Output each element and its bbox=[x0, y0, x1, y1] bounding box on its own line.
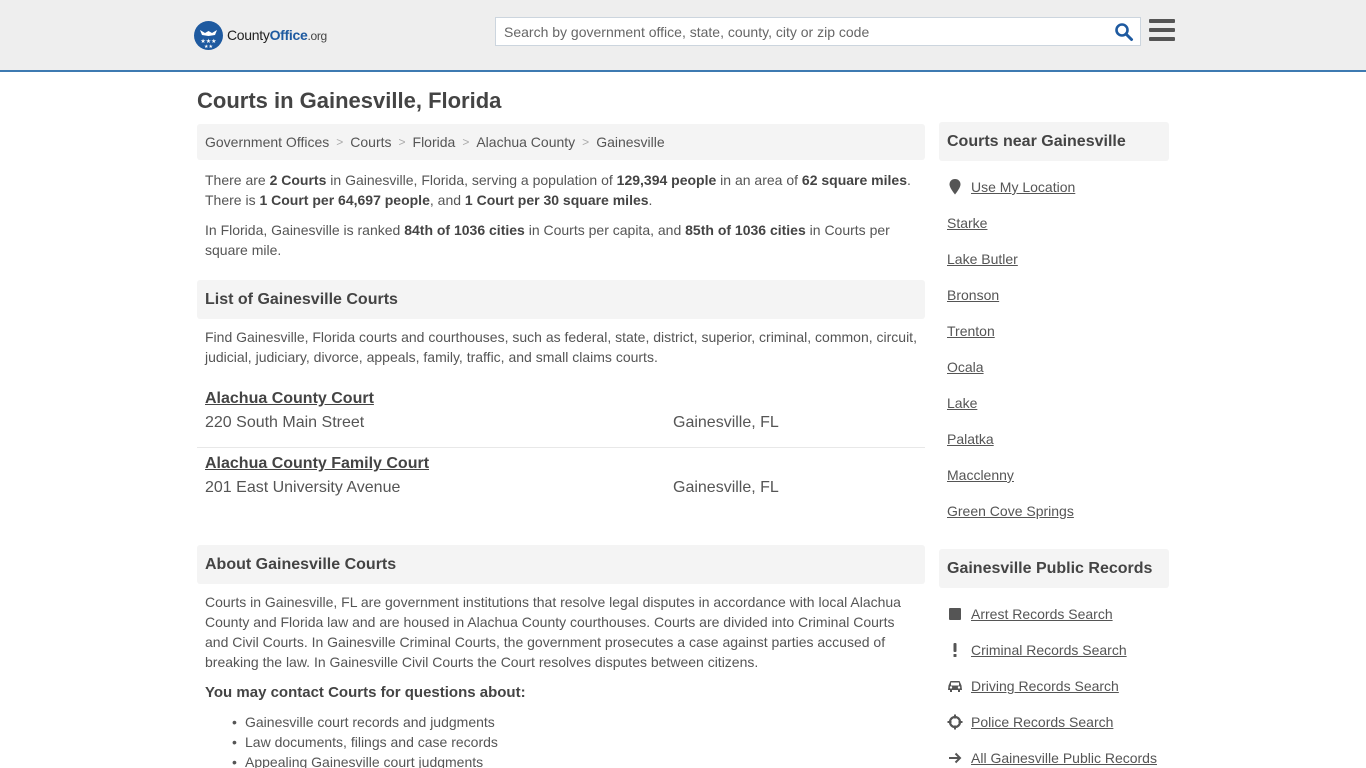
arrow-right-icon bbox=[947, 750, 963, 766]
nearby-city-link[interactable]: Trenton bbox=[947, 323, 995, 339]
court-address: 201 East University Avenue bbox=[205, 479, 401, 496]
nearby-city-item: Lake bbox=[939, 385, 1169, 421]
nearby-list: Use My Location Starke Lake Butler Brons… bbox=[939, 169, 1169, 529]
nearby-city-link[interactable]: Lake bbox=[947, 395, 977, 411]
about-section-body: Courts in Gainesville, FL are government… bbox=[205, 594, 901, 670]
court-address: 220 South Main Street bbox=[205, 414, 365, 431]
breadcrumb-florida[interactable]: Florida bbox=[413, 134, 456, 150]
breadcrumb-courts[interactable]: Courts bbox=[350, 134, 391, 150]
contact-topic-item: Appealing Gainesville court judgments bbox=[232, 752, 925, 768]
nearby-city-item: Trenton bbox=[939, 313, 1169, 349]
car-icon bbox=[947, 678, 963, 694]
menu-bar bbox=[1149, 37, 1175, 41]
summary-ranking: In Florida, Gainesville is ranked 84th o… bbox=[205, 222, 890, 258]
nearby-city-item: Ocala bbox=[939, 349, 1169, 385]
summary-stats: There are 2 Courts in Gainesville, Flori… bbox=[205, 172, 911, 208]
breadcrumb-alachua-county[interactable]: Alachua County bbox=[476, 134, 575, 150]
menu-bar bbox=[1149, 28, 1175, 32]
court-list: Alachua County Court 220 South Main Stre… bbox=[197, 383, 925, 513]
site-logo[interactable]: ★★★ ★★ CountyOffice.org bbox=[194, 20, 327, 50]
nearby-city-item: Macclenny bbox=[939, 457, 1169, 493]
public-records-item: Criminal Records Search bbox=[939, 632, 1169, 668]
court-city: Gainesville, FL bbox=[673, 414, 779, 431]
court-name-link[interactable]: Alachua County Family Court bbox=[205, 454, 429, 474]
all-public-records-link[interactable]: All Gainesville Public Records bbox=[971, 750, 1157, 766]
nearby-city-link[interactable]: Starke bbox=[947, 215, 987, 231]
breadcrumb-government-offices[interactable]: Government Offices bbox=[205, 134, 329, 150]
public-records-list: Arrest Records Search Criminal Records S… bbox=[939, 596, 1169, 768]
list-section-intro: Find Gainesville, Florida courts and cou… bbox=[205, 329, 917, 365]
police-records-link[interactable]: Police Records Search bbox=[971, 714, 1113, 730]
nearby-city-link[interactable]: Macclenny bbox=[947, 467, 1014, 483]
about-section-heading: About Gainesville Courts bbox=[197, 545, 925, 584]
hamburger-menu-button[interactable] bbox=[1149, 19, 1175, 43]
court-list-item: Alachua County Family Court 201 East Uni… bbox=[197, 448, 925, 513]
list-section-heading: List of Gainesville Courts bbox=[197, 280, 925, 319]
search-input[interactable] bbox=[496, 18, 1096, 45]
public-records-item: Police Records Search bbox=[939, 704, 1169, 740]
courts-near-heading: Courts near Gainesville bbox=[939, 122, 1169, 161]
nearby-city-item: Palatka bbox=[939, 421, 1169, 457]
site-header: ★★★ ★★ CountyOffice.org bbox=[0, 0, 1366, 72]
contact-topics-list: Gainesville court records and judgments … bbox=[197, 712, 925, 768]
breadcrumb-separator: > bbox=[582, 135, 590, 149]
court-list-item: Alachua County Court 220 South Main Stre… bbox=[197, 383, 925, 448]
square-icon bbox=[947, 606, 963, 622]
crosshairs-icon bbox=[947, 714, 963, 730]
nearby-city-item: Lake Butler bbox=[939, 241, 1169, 277]
breadcrumb-separator: > bbox=[336, 135, 344, 149]
contact-heading: You may contact Courts for questions abo… bbox=[205, 684, 526, 701]
driving-records-link[interactable]: Driving Records Search bbox=[971, 678, 1119, 694]
menu-bar bbox=[1149, 19, 1175, 23]
search-icon bbox=[1115, 23, 1133, 41]
criminal-records-link[interactable]: Criminal Records Search bbox=[971, 642, 1127, 658]
court-city: Gainesville, FL bbox=[673, 479, 779, 496]
search-button[interactable] bbox=[1114, 22, 1134, 42]
eagle-stars-icon: ★★★ ★★ bbox=[194, 20, 223, 50]
breadcrumb: Government Offices > Courts > Florida > … bbox=[197, 124, 925, 160]
court-name-link[interactable]: Alachua County Court bbox=[205, 389, 374, 409]
logo-text: CountyOffice.org bbox=[227, 27, 327, 43]
use-my-location-link[interactable]: Use My Location bbox=[971, 179, 1075, 195]
contact-topic-item: Gainesville court records and judgments bbox=[232, 712, 925, 732]
nearby-city-item: Green Cove Springs bbox=[939, 493, 1169, 529]
svg-text:★★: ★★ bbox=[204, 44, 213, 50]
public-records-item: All Gainesville Public Records bbox=[939, 740, 1169, 768]
nearby-city-link[interactable]: Bronson bbox=[947, 287, 999, 303]
nearby-city-link[interactable]: Green Cove Springs bbox=[947, 503, 1074, 519]
nearby-city-link[interactable]: Lake Butler bbox=[947, 251, 1018, 267]
main-content: Government Offices > Courts > Florida > … bbox=[197, 124, 925, 768]
public-records-heading: Gainesville Public Records bbox=[939, 549, 1169, 588]
arrest-records-link[interactable]: Arrest Records Search bbox=[971, 606, 1113, 622]
nearby-city-link[interactable]: Ocala bbox=[947, 359, 984, 375]
nearby-city-link[interactable]: Palatka bbox=[947, 431, 994, 447]
contact-topic-item: Law documents, filings and case records bbox=[232, 732, 925, 752]
page-title: Courts in Gainesville, Florida bbox=[197, 88, 502, 113]
map-marker-icon bbox=[947, 179, 963, 195]
exclamation-icon bbox=[947, 642, 963, 658]
public-records-item: Arrest Records Search bbox=[939, 596, 1169, 632]
nearby-city-item: Bronson bbox=[939, 277, 1169, 313]
use-my-location-item: Use My Location bbox=[939, 169, 1169, 205]
breadcrumb-gainesville[interactable]: Gainesville bbox=[596, 134, 664, 150]
nearby-city-item: Starke bbox=[939, 205, 1169, 241]
sidebar: Courts near Gainesville Use My Location … bbox=[939, 122, 1169, 768]
search-box bbox=[495, 17, 1141, 46]
breadcrumb-separator: > bbox=[398, 135, 406, 149]
breadcrumb-separator: > bbox=[462, 135, 470, 149]
public-records-item: Driving Records Search bbox=[939, 668, 1169, 704]
